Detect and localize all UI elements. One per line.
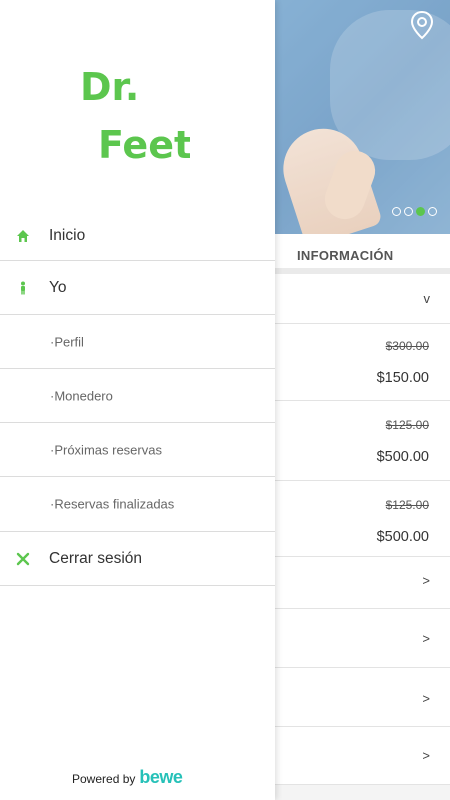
chevron-right-icon: > <box>422 748 430 763</box>
chevron-right-icon: > <box>422 691 430 706</box>
menu-item-yo[interactable]: Yo <box>0 261 275 315</box>
location-pin-icon[interactable] <box>409 10 435 40</box>
menu-label: ·Monedero <box>50 388 113 403</box>
menu-label: Cerrar sesión <box>49 549 143 567</box>
menu-label: Inicio <box>49 227 86 244</box>
bewe-logo: bewe <box>139 767 183 787</box>
old-price: $125.00 <box>385 418 429 432</box>
carousel-dot-active[interactable] <box>416 207 425 216</box>
tab-informacion[interactable]: INFORMACIÓN <box>297 248 393 263</box>
old-price: $300.00 <box>385 339 429 353</box>
dr-feet-logo: Dr. Feet <box>80 65 190 166</box>
old-price: $125.00 <box>385 498 429 512</box>
menu-label: Yo <box>49 278 67 296</box>
powered-by-bewe[interactable]: Powered by bewe <box>72 767 183 787</box>
chevron-right-icon: > <box>422 631 430 646</box>
powered-by-text: Powered by <box>72 772 136 786</box>
chevron-down-icon: v <box>423 291 431 306</box>
chevron-right-icon: > <box>422 573 430 588</box>
menu-item-monedero[interactable]: ·Monedero <box>0 369 275 423</box>
home-icon <box>17 230 29 242</box>
new-price: $500.00 <box>376 449 429 465</box>
carousel-dot[interactable] <box>404 207 413 216</box>
new-price: $500.00 <box>376 529 429 545</box>
menu-label: ·Perfil <box>50 334 84 349</box>
menu-item-perfil[interactable]: ·Perfil <box>0 315 275 369</box>
carousel-dot[interactable] <box>392 207 401 216</box>
close-icon <box>16 552 30 565</box>
menu-item-cerrar-sesion[interactable]: Cerrar sesión <box>0 532 275 586</box>
navigation-drawer: Dr. Feet Inicio Yo ·Perfil ·Monedero ·Pr… <box>0 0 275 800</box>
menu-item-proximas-reservas[interactable]: ·Próximas reservas <box>0 423 275 477</box>
logo-line1: Dr. <box>80 65 139 109</box>
menu-item-reservas-finalizadas[interactable]: ·Reservas finalizadas <box>0 477 275 532</box>
menu-item-inicio[interactable]: Inicio <box>0 212 275 261</box>
carousel-dots <box>392 207 437 216</box>
new-price: $150.00 <box>376 370 429 386</box>
person-icon <box>21 281 25 294</box>
menu-label: ·Próximas reservas <box>50 442 162 457</box>
menu-label: ·Reservas finalizadas <box>50 496 175 512</box>
logo-line2: Feet <box>98 123 190 166</box>
carousel-dot[interactable] <box>428 207 437 216</box>
